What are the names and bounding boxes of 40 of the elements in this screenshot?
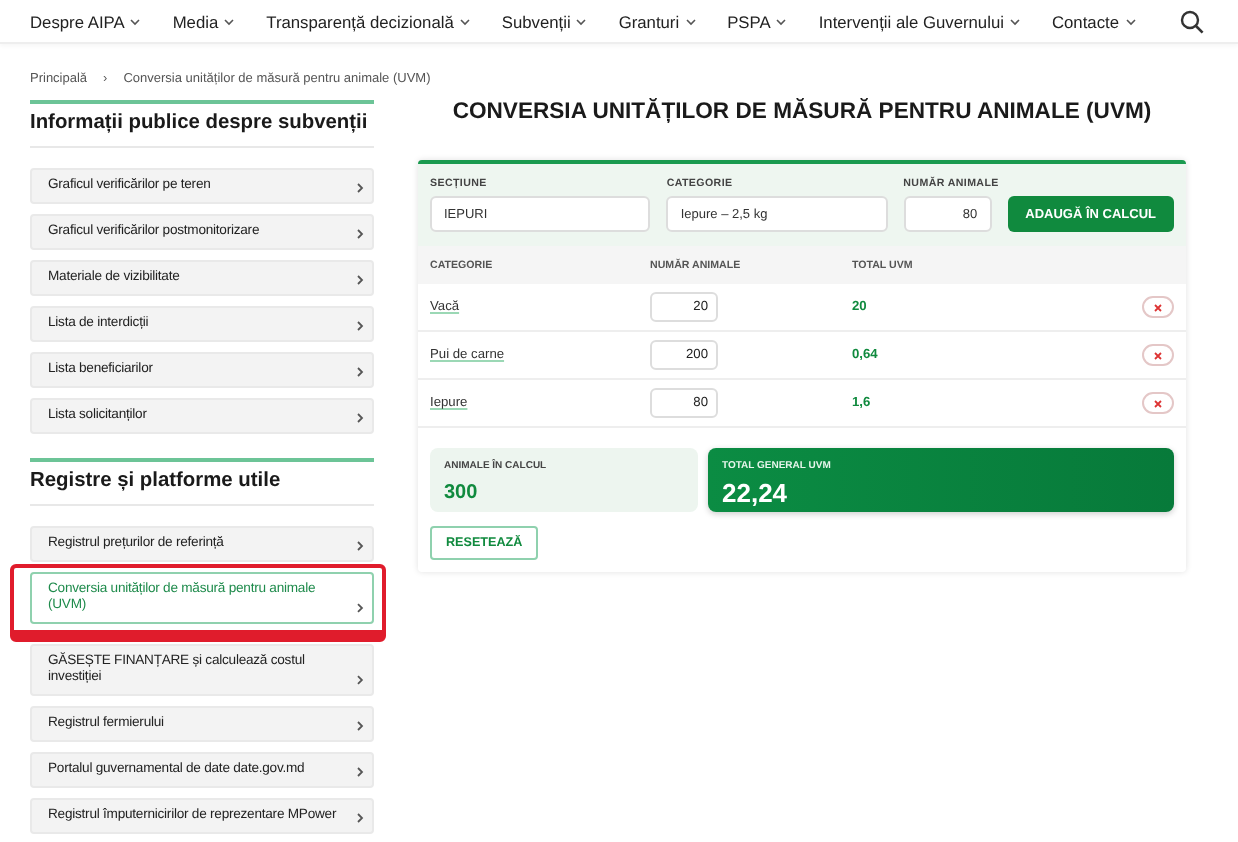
remove-button[interactable] (1142, 296, 1174, 318)
nav-menu-item[interactable]: Contacte (1051, 11, 1135, 31)
nav-menu-item[interactable]: Intervenții ale Guvernului (818, 11, 1020, 31)
nav-menu-item[interactable]: Despre AIPA (30, 11, 141, 31)
close-icon (1154, 351, 1162, 359)
chevron-icon (356, 182, 364, 194)
search-icon[interactable] (1180, 9, 1204, 33)
remove-button[interactable] (1142, 392, 1174, 414)
chevron-icon (356, 812, 364, 824)
chevron-icon (356, 320, 364, 332)
caret-icon (576, 17, 587, 25)
nav-menu-item[interactable]: Subvenții (501, 11, 587, 31)
chevron-icon (356, 274, 364, 286)
remove-button[interactable] (1142, 344, 1174, 366)
chevron-icon (356, 540, 364, 552)
nav-menu-item[interactable]: PSPA (727, 11, 787, 31)
nav-menu-item[interactable]: Media (172, 11, 235, 31)
summary-value: 300 (444, 482, 480, 504)
caret-icon (776, 17, 787, 25)
caret-icon (685, 17, 696, 25)
caret-icon (130, 17, 141, 25)
caret-icon (1125, 17, 1135, 25)
chevron-icon (356, 602, 364, 614)
chevron-icon (356, 720, 364, 732)
chevron-icon (356, 228, 364, 240)
caret-icon (1009, 17, 1020, 25)
close-icon (1154, 303, 1162, 311)
caret-icon (224, 17, 235, 25)
close-icon (1154, 399, 1162, 407)
chevron-icon (356, 766, 364, 778)
chevron-icon (356, 366, 364, 378)
nav-menu-item[interactable]: Transparență decizională (266, 11, 470, 31)
chevron-icon (356, 412, 364, 424)
total-value: 22,24 (722, 478, 790, 508)
section-heading: Informații publice despre subvenții (30, 112, 374, 148)
page-title: CONVERSIA UNITĂȚILOR DE MĂSURĂ PENTRU ANIMALE (UVM) (450, 100, 1154, 124)
nav-menu-item[interactable]: Granturi (618, 11, 696, 31)
section-heading: Registre și platforme utile (30, 470, 374, 506)
caret-icon (459, 17, 470, 25)
chevron-icon (356, 674, 364, 686)
